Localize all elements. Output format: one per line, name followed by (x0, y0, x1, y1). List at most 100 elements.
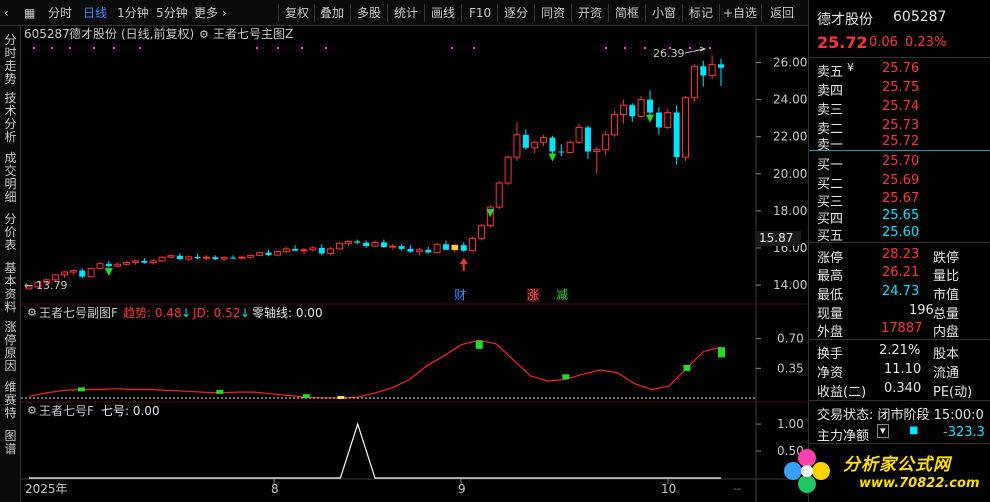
candle-body (79, 270, 86, 277)
candle-body (664, 112, 672, 128)
toolbar-item-open-fund[interactable]: 开资 (578, 4, 602, 22)
signal-dot (256, 47, 258, 49)
signal-bar (683, 364, 691, 371)
toolbar-item-statistics[interactable]: 统计 (394, 4, 418, 22)
signal-dot (644, 47, 646, 49)
candle-body (558, 151, 565, 153)
candle-body (629, 105, 636, 117)
toolbar-item-overlay[interactable]: 叠加 (320, 4, 344, 22)
add-watchlist-button[interactable]: +自选 (723, 4, 757, 22)
back-button[interactable]: 返回 (770, 4, 794, 22)
y-tick-label: 24.00 (773, 93, 807, 107)
main-indicator-name[interactable]: 王者七号主图Z (213, 27, 293, 41)
market-cap-label: 市值 (933, 288, 960, 303)
ask4-price: 25.75 (882, 80, 920, 95)
sub2-indicator-name[interactable]: 王者七号F (39, 404, 94, 418)
toolbar-item-same-fund[interactable]: 同资 (541, 4, 565, 22)
gear-icon[interactable]: ⚙ (27, 306, 37, 319)
sub1-indicator-name[interactable]: 王者七号副图F (39, 306, 118, 320)
toolbar-item-multi-stock[interactable]: 多股 (357, 4, 381, 22)
candle-body (141, 260, 148, 263)
limit-down-label: 跌停 (933, 251, 960, 266)
candle-body (477, 225, 485, 240)
ask5-label: 卖五 (817, 65, 844, 80)
y-tick-label: 20.00 (773, 167, 807, 181)
sidebar-item-technical[interactable]: 技术分析 (3, 92, 18, 144)
ask3-label: 卖三 (817, 103, 844, 118)
candle-body (566, 141, 574, 153)
tab-daily[interactable]: 日线 (83, 4, 107, 22)
sidebar-item-limit-reason[interactable]: 涨停原因 (3, 321, 18, 373)
tab-more[interactable]: 更多 › (194, 4, 227, 22)
candle-body (158, 256, 166, 262)
signal-dot (93, 47, 95, 49)
signal-dot (624, 47, 626, 49)
toolbar-item-mark[interactable]: 标记 (689, 4, 713, 22)
sidebar-item-graph[interactable]: 图谱 (3, 430, 18, 456)
sub1-trend-label: 趋势: 0.48 (123, 306, 182, 320)
sidebar-item-basic-info[interactable]: 基本资料 (3, 262, 18, 314)
candle-body (584, 127, 591, 152)
candle-body (407, 248, 414, 252)
toolbar-item-mini-window[interactable]: 小窗 (652, 4, 676, 22)
candle-body (114, 263, 122, 267)
candle-body (327, 248, 335, 255)
candle-body (167, 255, 175, 258)
period-label: (日线,前复权) (121, 26, 194, 41)
signal-dot (69, 47, 71, 49)
pe-label: PE(动) (933, 385, 973, 400)
sidebar-item-price-table[interactable]: 分价表 (3, 213, 18, 252)
inner-label: 内盘 (933, 325, 960, 340)
candle-body (602, 134, 610, 151)
toolbar-item-restore-rights[interactable]: 复权 (285, 4, 309, 22)
candle-body (655, 112, 662, 128)
toolbar-item-draw-line[interactable]: 画线 (431, 4, 455, 22)
tab-one-min[interactable]: 1分钟 (117, 4, 149, 22)
candle-body (273, 251, 281, 256)
tab-time-share[interactable]: 分时 (48, 4, 72, 22)
y-tick-label: 18.00 (773, 204, 807, 218)
candle-body (682, 97, 690, 158)
tab-five-min[interactable]: 5分钟 (156, 4, 188, 22)
signal-bar (718, 347, 725, 358)
main-flow-value: -323.3 (943, 425, 985, 440)
volume-ratio-label: 量比 (933, 269, 960, 284)
candle-body (230, 257, 237, 259)
candle-body (433, 243, 441, 254)
signal-dot (33, 47, 35, 49)
candle-body (363, 242, 370, 247)
candle-body (380, 242, 387, 248)
candle-body (256, 252, 264, 256)
toolbar-item-simple-frame[interactable]: 简框 (615, 4, 639, 22)
candle-body (700, 66, 707, 76)
zoom-out-icon[interactable]: -- (733, 482, 741, 495)
current-volume-label: 现量 (817, 307, 844, 322)
sidebar-item-trade-detail[interactable]: 成交明细 (3, 152, 18, 204)
grid-icon[interactable]: ▦ (24, 4, 35, 22)
candle-body (309, 247, 317, 251)
ask3-price: 25.74 (882, 99, 920, 114)
sub1-zero-label: 零轴线: 0.00 (252, 305, 323, 320)
toolbar-item-f10[interactable]: F10 (469, 4, 491, 22)
signal-bar (562, 374, 570, 380)
candle-body (354, 241, 361, 243)
eps-label: 收益(二) (817, 385, 867, 400)
bid1-price: 25.70 (882, 154, 920, 169)
candle-body (611, 113, 619, 136)
left-sidebar: 分时走势 技术分析 成交明细 分价表 基本资料 涨停原因 维赛特 图谱 (0, 26, 21, 502)
chart-area[interactable]: 605287 德才股份 (日线,前复权) ⚙ 王者七号主图Z 14.0016.0… (21, 26, 808, 502)
bid2-price: 25.69 (882, 173, 920, 188)
min-arrow-icon: ← (24, 279, 33, 292)
sidebar-item-weisaite[interactable]: 维赛特 (3, 381, 18, 420)
candle-body (389, 245, 397, 248)
candle-body (522, 134, 529, 148)
candle-body (105, 263, 112, 267)
gear-icon[interactable]: ⚙ (27, 404, 37, 417)
gear-icon[interactable]: ⚙ (199, 28, 209, 41)
toolbar-item-by-minute[interactable]: 逐分 (504, 4, 528, 22)
chevron-left-icon[interactable]: ‹ (4, 4, 9, 22)
sidebar-item-time-share[interactable]: 分时走势 (3, 34, 18, 86)
candle-body (123, 261, 131, 265)
dropdown-icon[interactable]: ▾ (877, 424, 889, 438)
candle-body (96, 263, 104, 269)
